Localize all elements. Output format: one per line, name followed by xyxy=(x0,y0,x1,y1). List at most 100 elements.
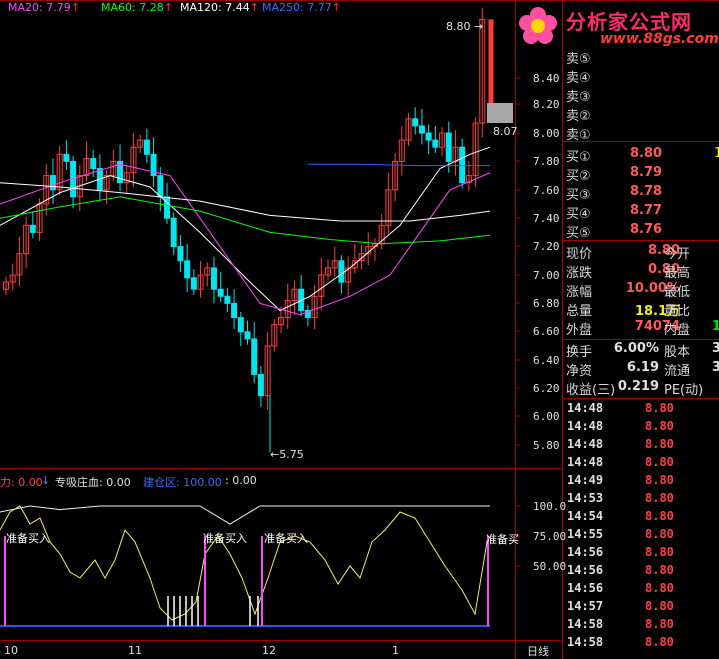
quote-label-2: 量比 xyxy=(664,304,691,319)
indicator-value-label: 力: 0.00 xyxy=(0,476,43,489)
buy-signal-label: 准备买 xyxy=(486,533,519,546)
quote-label: 涨跌 xyxy=(566,266,593,281)
price-axis-tick: 8.00 xyxy=(533,127,560,140)
buy-level-label: 买① xyxy=(566,150,591,165)
candle-body xyxy=(184,260,191,279)
quote-label: 现价 xyxy=(566,247,593,262)
candle-body xyxy=(237,317,244,333)
buy-level-price: 8.80 xyxy=(630,146,663,161)
tick-price: 8.80 xyxy=(645,401,674,415)
quote-row: 涨幅 10.00% 最低 xyxy=(566,281,690,300)
quote-label: 涨幅 xyxy=(566,285,593,300)
indicator-arrow-icon: ↓ xyxy=(41,474,51,487)
candle-body xyxy=(338,260,345,283)
indicator-name-label: 专吸庄血: 0.00 xyxy=(55,476,131,489)
ind-axis-100: 100.0 xyxy=(533,500,567,513)
candle-body xyxy=(190,277,197,290)
buy-signal-label: 准备买入 xyxy=(264,532,308,545)
sell-level-row[interactable]: 卖③ xyxy=(566,86,591,105)
buy-level-label: 买② xyxy=(566,169,591,184)
buy-level-volume: 1 xyxy=(714,146,719,161)
price-axis-tick: 6.20 xyxy=(533,382,560,395)
indicator-oscillator-line xyxy=(0,505,489,621)
month-label-12: 12 xyxy=(262,644,276,657)
candle-body xyxy=(63,153,70,162)
buy-signal-label: 准备买入 xyxy=(203,532,247,545)
tick-price: 8.80 xyxy=(645,635,674,649)
stats-value: 6.00% xyxy=(613,341,659,356)
candle-body xyxy=(170,217,177,248)
candle-body xyxy=(164,196,170,219)
tick-price: 8.80 xyxy=(645,437,674,451)
sell-level-row[interactable]: 卖④ xyxy=(566,67,591,86)
quote-label-2: 今开 xyxy=(664,247,691,262)
buy-level-row[interactable]: 买④ 8.77 xyxy=(566,203,662,222)
stats-row: 换手 6.00% 股本 3 xyxy=(566,341,719,360)
stats-ticks-divider xyxy=(563,398,719,399)
candle-body xyxy=(49,175,56,191)
stats-label-2: 流通 xyxy=(664,364,691,379)
sell-level-label: 卖⑤ xyxy=(566,52,591,67)
candle-body xyxy=(90,158,97,169)
stats-row: 收益(三) 0.219 PE(动) xyxy=(566,379,703,398)
stats-label-2: 股本 xyxy=(664,345,691,360)
tick-price: 8.80 xyxy=(645,473,674,487)
tick-time: 14:55 xyxy=(567,527,604,541)
candle-body xyxy=(244,331,251,340)
stats-value: 6.19 xyxy=(626,360,659,375)
buy-level-row[interactable]: 买① 8.80 1 xyxy=(566,146,719,165)
ma60-label: MA60: 7.28↑ xyxy=(101,1,173,14)
buy-quote-divider xyxy=(563,240,719,241)
candle-body xyxy=(251,338,258,375)
stats-label: 换手 xyxy=(566,345,593,360)
buy-signal-label: 准备买入 xyxy=(6,532,50,545)
month-label-1: 1 xyxy=(392,644,399,657)
candle-body xyxy=(418,125,425,134)
indicator-pane xyxy=(0,505,490,627)
tick-price: 8.80 xyxy=(645,581,674,595)
tick-price: 8.80 xyxy=(645,491,674,505)
logo-url: www.88gs.com xyxy=(600,31,719,47)
price-axis-tick: 6.80 xyxy=(533,297,560,310)
candlestick-series xyxy=(3,8,494,453)
buy-level-label: 买④ xyxy=(566,207,591,222)
sell-level-row[interactable]: 卖⑤ xyxy=(566,48,591,67)
quote-row: 总量 18.1万 量比 xyxy=(566,300,690,319)
sell-level-label: 卖② xyxy=(566,109,591,124)
candle-body xyxy=(412,118,419,127)
stats-row: 净资 6.19 流通 3 xyxy=(566,360,719,379)
ind-axis-50: 50.00 xyxy=(533,560,567,573)
quote-label: 总量 xyxy=(566,304,593,319)
tick-time: 14:56 xyxy=(567,545,604,559)
tick-time: 14:49 xyxy=(567,473,604,487)
price-chart[interactable] xyxy=(0,0,719,659)
tick-price: 8.80 xyxy=(645,509,674,523)
stats-value-2: 3 xyxy=(712,341,719,356)
tick-time: 14:54 xyxy=(567,509,604,523)
stats-value-2: 3 xyxy=(712,360,719,375)
buy-level-row[interactable]: 买② 8.79 xyxy=(566,165,662,184)
quote-label-2: 内盘 xyxy=(664,323,691,338)
candle-body xyxy=(143,139,150,155)
candle-body xyxy=(231,302,238,319)
buy-level-row[interactable]: 买③ 8.78 xyxy=(566,184,662,203)
tick-time: 14:58 xyxy=(567,617,604,631)
price-axis-tick: 7.80 xyxy=(533,155,560,168)
tick-price: 8.80 xyxy=(645,527,674,541)
low-mark: ←5.75 xyxy=(270,448,304,461)
quote-label-2: 最高 xyxy=(664,266,691,281)
price-axis-tick: 6.00 xyxy=(533,410,560,423)
buy-level-label: 买③ xyxy=(566,188,591,203)
buy-level-row[interactable]: 买⑤ 8.76 xyxy=(566,222,662,241)
quote-row: 外盘 74074 内盘 1 xyxy=(566,319,719,338)
price-axis-tick: 6.60 xyxy=(533,325,560,338)
stats-label-2: PE(动) xyxy=(664,383,704,398)
tick-time: 14:48 xyxy=(567,401,604,415)
buy-level-label: 买⑤ xyxy=(566,226,591,241)
tick-price: 8.80 xyxy=(645,545,674,559)
sell-level-row[interactable]: 卖② xyxy=(566,105,591,124)
buy-level-price: 8.79 xyxy=(630,165,663,180)
indicator-zone-label: 建仓区: 100.00 xyxy=(143,476,222,489)
site-logo: 分析家公式网 www.88gs.com xyxy=(512,2,719,50)
period-label[interactable]: 日线 xyxy=(527,643,549,659)
